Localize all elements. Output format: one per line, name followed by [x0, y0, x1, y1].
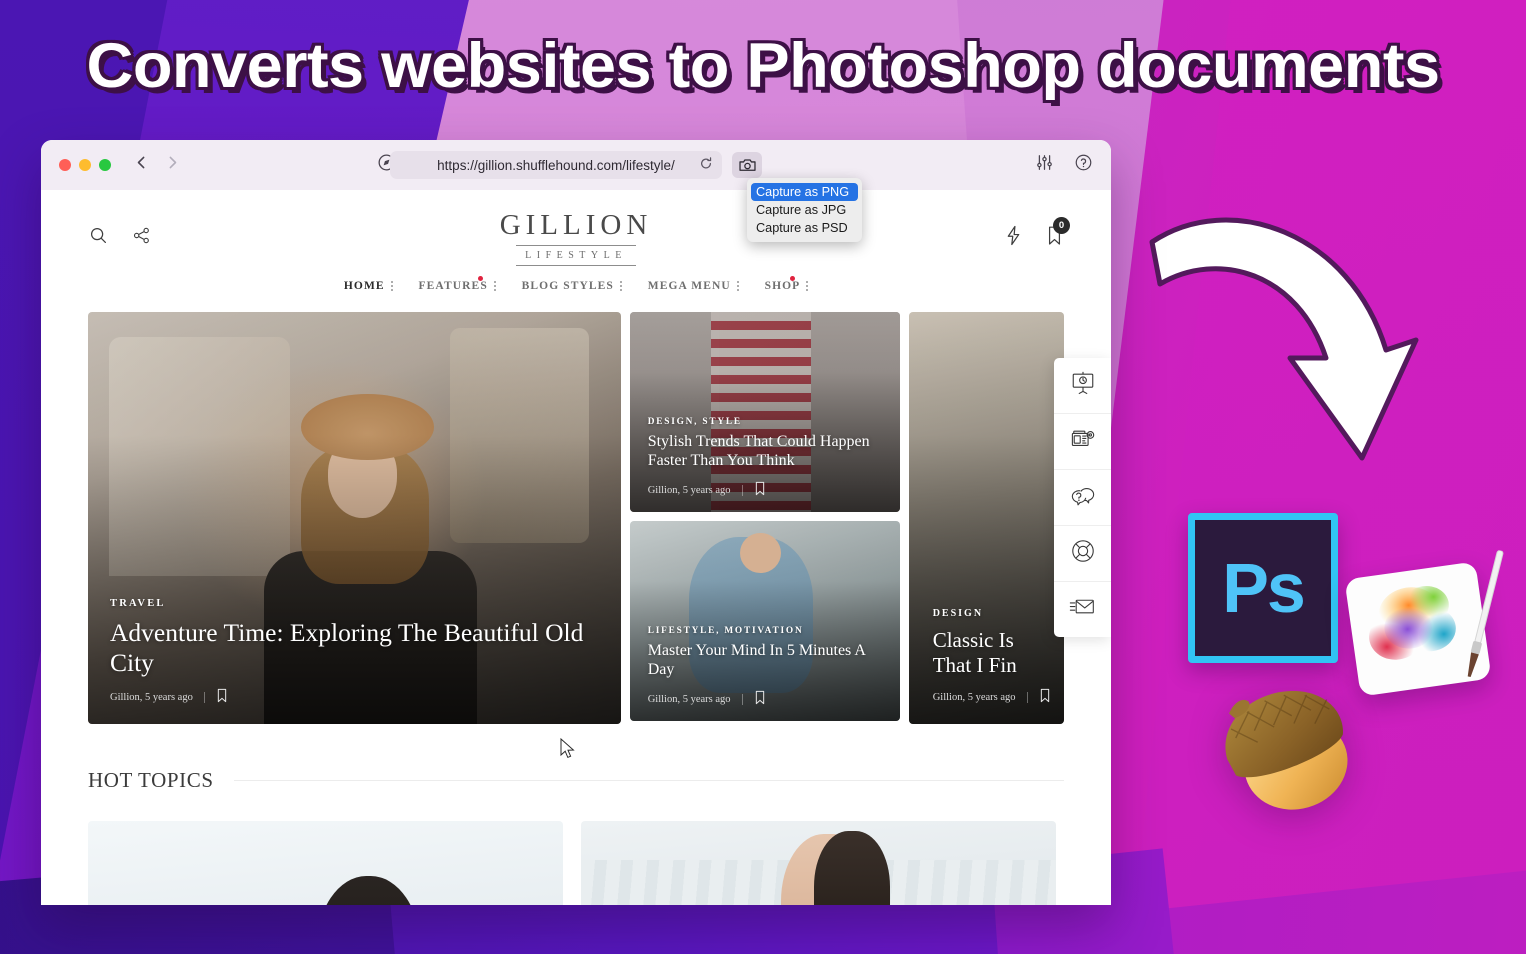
featured-slider: TRAVEL Adventure Time: Exploring The Bea…	[41, 312, 1111, 724]
featured-card-main[interactable]: TRAVEL Adventure Time: Exploring The Bea…	[88, 312, 621, 724]
window-controls[interactable]	[59, 159, 111, 171]
promo-headline: Converts websites to Photoshop documents	[86, 31, 1440, 101]
nav-item-mega-menu[interactable]: MEGA MENU	[648, 280, 739, 292]
side-rail	[1054, 358, 1111, 637]
forward-button[interactable]	[164, 154, 181, 176]
featured-card-design[interactable]: DESIGN Classic Is That I Fin Gillion, 5 …	[908, 312, 1064, 724]
photoshop-icon: Ps	[1188, 513, 1338, 663]
faq-icon	[1070, 483, 1096, 513]
url-text: https://gillion.shufflehound.com/lifesty…	[437, 157, 675, 173]
hot-topic-card[interactable]	[88, 821, 563, 905]
browser-window: https://gillion.shufflehound.com/lifesty…	[41, 140, 1111, 905]
card-meta: Gillion, 5 years ago	[648, 481, 886, 499]
hot-topics-header: HOT TOPICS	[41, 768, 1111, 793]
nav-item-features[interactable]: FEATURES	[418, 276, 496, 292]
rail-item-faq[interactable]	[1054, 470, 1111, 526]
bookmark-icon[interactable]	[216, 688, 228, 706]
mouse-cursor	[560, 737, 576, 765]
nav-label: BLOG STYLES	[521, 280, 614, 292]
card-author-date: Gillion, 5 years ago	[110, 691, 193, 703]
nav-badge-dot	[477, 276, 483, 281]
presentation-icon	[1070, 370, 1096, 401]
card-meta: Gillion, 5 years ago	[648, 690, 886, 708]
acorn-icon	[1216, 684, 1366, 814]
photoshop-label: Ps	[1222, 549, 1306, 627]
divider-line	[233, 780, 1064, 781]
card-title: Stylish Trends That Could Happen Faster …	[647, 433, 870, 470]
bookmark-count-badge: 0	[1053, 217, 1070, 234]
nav-more-icon[interactable]	[619, 281, 622, 291]
address-bar[interactable]: https://gillion.shufflehound.com/lifesty…	[390, 151, 722, 179]
nav-label: HOME	[343, 280, 385, 292]
card-category: LIFESTYLE, MOTIVATION	[647, 626, 804, 637]
hot-topic-card[interactable]	[581, 821, 1056, 905]
nav-more-icon[interactable]	[390, 281, 393, 291]
featured-card-lifestyle[interactable]: LIFESTYLE, MOTIVATION Master Your Mind I…	[629, 521, 900, 721]
nav-more-icon[interactable]	[806, 281, 809, 291]
card-author-date: Gillion, 5 years ago	[647, 693, 731, 705]
nav-item-home[interactable]: HOME	[344, 280, 393, 292]
capture-format-menu[interactable]: Capture as PNG Capture as JPG Capture as…	[747, 178, 862, 242]
bookmark-icon[interactable]	[1039, 688, 1051, 706]
pixelmator-icon	[1344, 549, 1504, 697]
rail-item-demos[interactable]	[1054, 358, 1111, 414]
nav-more-icon[interactable]	[493, 281, 496, 291]
nav-more-icon[interactable]	[736, 281, 739, 291]
bookmark-button[interactable]: 0	[1046, 217, 1070, 251]
card-title: Adventure Time: Exploring The Beautiful …	[110, 617, 584, 677]
close-window-button[interactable]	[59, 159, 71, 171]
curved-arrow-graphic	[1140, 180, 1430, 495]
card-meta: Gillion, 5 years ago	[110, 688, 599, 706]
nav-label: MEGA MENU	[647, 280, 731, 292]
card-category: DESIGN, STYLE	[647, 417, 742, 428]
sliders-icon[interactable]	[1035, 154, 1054, 176]
reload-icon[interactable]	[699, 157, 713, 174]
site-logo[interactable]: GILLION LIFESTYLE	[41, 208, 1111, 266]
card-author-date: Gillion, 5 years ago	[647, 484, 731, 496]
menu-item-capture-png[interactable]: Capture as PNG	[751, 183, 858, 201]
minimize-window-button[interactable]	[79, 159, 91, 171]
browser-titlebar: https://gillion.shufflehound.com/lifesty…	[41, 140, 1111, 190]
capture-button[interactable]	[732, 152, 762, 178]
lightning-icon[interactable]	[1005, 225, 1022, 251]
nav-label: SHOP	[764, 280, 801, 292]
menu-item-capture-jpg[interactable]: Capture as JPG	[747, 201, 862, 219]
logo-rules: LIFESTYLE	[516, 244, 636, 266]
nav-label: FEATURES	[418, 280, 488, 292]
share-icon[interactable]	[132, 226, 151, 250]
help-icon[interactable]	[1074, 153, 1093, 177]
rail-item-layouts[interactable]	[1054, 414, 1111, 470]
card-title: Classic Is That I Fin	[932, 628, 1017, 678]
logo-subtitle: LIFESTYLE	[525, 249, 627, 261]
section-title: HOT TOPICS	[88, 768, 214, 792]
layouts-icon	[1070, 427, 1096, 456]
website-viewport: GILLION LIFESTYLE 0 HOME FEATURES BLOG S…	[41, 190, 1111, 905]
card-category: TRAVEL	[110, 597, 166, 609]
rail-item-contact[interactable]	[1054, 582, 1111, 637]
featured-card-style[interactable]: DESIGN, STYLE Stylish Trends That Could …	[629, 312, 900, 512]
bookmark-icon[interactable]	[754, 690, 766, 708]
card-author-date: Gillion, 5 years ago	[932, 691, 1016, 703]
nav-item-blog-styles[interactable]: BLOG STYLES	[522, 280, 622, 292]
maximize-window-button[interactable]	[99, 159, 111, 171]
lifebuoy-icon	[1070, 538, 1096, 569]
search-icon[interactable]	[89, 226, 108, 250]
card-title: Master Your Mind In 5 Minutes A Day	[647, 642, 866, 679]
site-header: GILLION LIFESTYLE 0	[41, 190, 1111, 286]
back-button[interactable]	[133, 154, 150, 176]
menu-item-capture-psd[interactable]: Capture as PSD	[747, 219, 862, 237]
envelope-icon	[1069, 596, 1096, 623]
card-meta: Gillion, 5 years ago	[933, 688, 1056, 706]
nav-item-shop[interactable]: SHOP	[764, 276, 809, 292]
hot-topics-list	[41, 821, 1111, 905]
rail-item-support[interactable]	[1054, 526, 1111, 582]
bookmark-icon[interactable]	[754, 481, 766, 499]
featured-card-column: DESIGN, STYLE Stylish Trends That Could …	[629, 312, 900, 724]
card-category: DESIGN	[932, 608, 984, 620]
logo-title: GILLION	[499, 208, 653, 241]
